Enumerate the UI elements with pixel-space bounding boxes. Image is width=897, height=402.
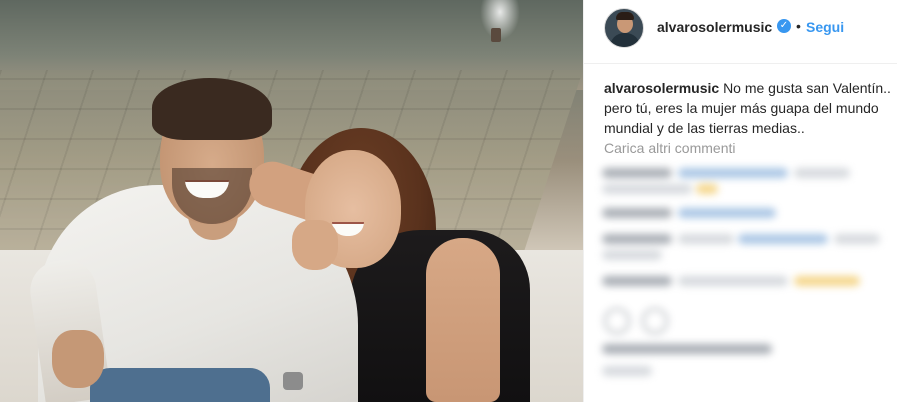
blurred-comment-line [794, 168, 850, 178]
blurred-likes-count [602, 344, 772, 354]
blurred-comments-area [584, 160, 897, 402]
post-sidebar: alvarosolermusic ✓ • Segui alvarosolermu… [583, 0, 897, 402]
profile-avatar[interactable] [604, 8, 644, 48]
fountain-nozzle [491, 28, 501, 42]
profile-username-link[interactable]: alvarosolermusic [657, 19, 772, 35]
blurred-comment-line [678, 276, 788, 286]
blurred-comment-line [678, 168, 788, 178]
man-hand [52, 330, 104, 388]
post-header: alvarosolermusic ✓ • Segui [584, 0, 897, 64]
wristwatch [283, 372, 303, 390]
blurred-comment-line [834, 234, 880, 244]
blurred-comment-line [678, 208, 776, 218]
load-more-comments-link[interactable]: Carica altri commenti [604, 140, 735, 156]
avatar-body [610, 33, 640, 47]
blurred-comment-line [738, 234, 828, 244]
avatar-hair [616, 12, 634, 20]
caption-username-link[interactable]: alvarosolermusic [604, 80, 719, 96]
blurred-timestamp [602, 366, 652, 376]
blurred-emoji [696, 184, 718, 194]
blurred-comment-line [602, 168, 672, 178]
blurred-comment-icon [642, 308, 668, 334]
man-hair [152, 78, 272, 140]
blurred-comment-line [602, 184, 692, 194]
blurred-like-icon [604, 308, 630, 334]
blurred-comment-line [602, 234, 672, 244]
blurred-comment-line [602, 250, 662, 260]
separator-dot: • [796, 18, 801, 34]
blurred-comment-line [602, 208, 672, 218]
man-jeans [90, 368, 270, 402]
verified-badge-icon: ✓ [777, 19, 791, 33]
blurred-emoji [794, 276, 860, 286]
woman-hand [292, 220, 338, 270]
blurred-comment-line [678, 234, 734, 244]
post-photo[interactable] [0, 0, 583, 402]
follow-button[interactable]: Segui [806, 19, 844, 35]
woman-arm [426, 238, 500, 402]
blurred-comment-line [602, 276, 672, 286]
post-caption: alvarosolermusic No me gusta san Valentí… [604, 78, 892, 138]
